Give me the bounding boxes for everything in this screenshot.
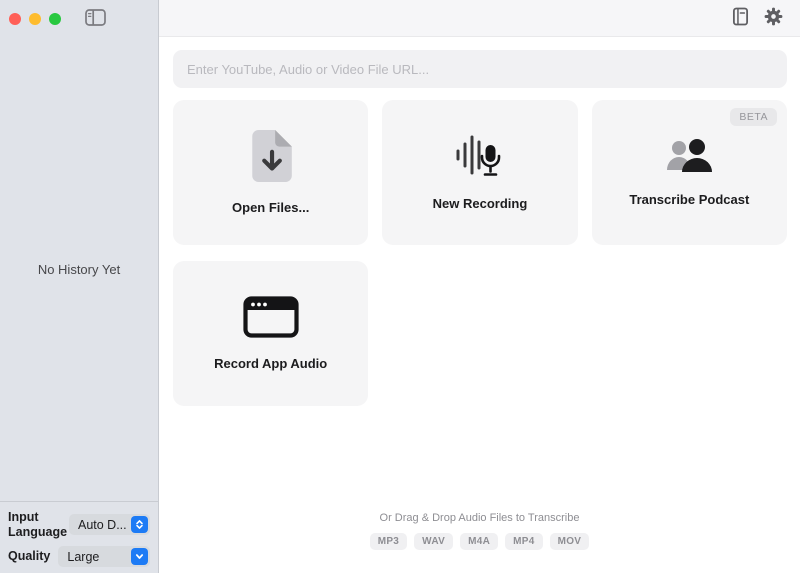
format-badge: MOV xyxy=(549,533,590,550)
url-input[interactable] xyxy=(173,50,787,88)
card-label: Open Files... xyxy=(232,200,310,215)
open-files-card[interactable]: Open Files... xyxy=(173,100,369,245)
quality-label: Quality xyxy=(8,549,51,564)
quality-dropdown[interactable]: Large xyxy=(58,546,150,567)
transcript-library-icon xyxy=(732,7,749,29)
sidebar-toggle-button[interactable] xyxy=(85,8,106,29)
waveform-microphone-icon xyxy=(454,134,506,181)
transcription-settings: Input Language Auto D... Quality Large xyxy=(0,501,158,573)
app-window: No History Yet Input Language Auto D... … xyxy=(0,0,800,573)
main-area: Open Files... New xyxy=(159,0,800,573)
beta-badge: BETA xyxy=(730,108,777,126)
quality-row: Quality Large xyxy=(8,546,150,567)
transcribe-podcast-card[interactable]: BETA Transcribe Podcast xyxy=(591,100,787,245)
minimize-window-button[interactable] xyxy=(29,12,41,25)
input-language-row: Input Language Auto D... xyxy=(8,510,150,539)
dropzone: Or Drag & Drop Audio Files to Transcribe… xyxy=(159,512,800,550)
stepper-updown-icon xyxy=(131,516,148,534)
people-icon xyxy=(665,138,713,177)
sidebar-toggle-icon xyxy=(85,8,106,29)
format-badge: WAV xyxy=(414,533,454,550)
format-badge: MP3 xyxy=(369,533,408,550)
action-cards: Open Files... New Recording BETA Transcr… xyxy=(173,100,787,406)
chevron-down-icon xyxy=(131,548,148,565)
history-sidebar: No History Yet Input Language Auto D... … xyxy=(0,0,159,573)
zoom-window-button[interactable] xyxy=(49,12,61,25)
transcript-library-button[interactable] xyxy=(732,7,749,29)
card-label: Transcribe Podcast xyxy=(629,192,750,207)
history-empty-state: No History Yet xyxy=(37,261,121,277)
input-language-popup[interactable]: Auto D... xyxy=(69,514,150,536)
sidebar-titlebar xyxy=(0,0,158,37)
new-recording-card[interactable]: New Recording xyxy=(382,100,578,245)
settings-gear-icon xyxy=(764,7,783,29)
dropzone-hint: Or Drag & Drop Audio Files to Transcribe xyxy=(379,512,580,524)
window-controls xyxy=(9,12,61,25)
close-window-button[interactable] xyxy=(9,12,21,25)
card-label: New Recording xyxy=(432,196,528,211)
format-badge: MP4 xyxy=(505,533,543,550)
settings-button[interactable] xyxy=(764,7,783,29)
format-badges: MP3 WAV M4A MP4 MOV xyxy=(159,533,800,550)
input-language-label: Input Language xyxy=(8,510,68,539)
main-content: Open Files... New xyxy=(159,37,800,573)
format-badge: M4A xyxy=(460,533,499,550)
main-titlebar xyxy=(159,0,800,37)
input-language-value: Auto D... xyxy=(78,517,126,532)
card-label: Record App Audio xyxy=(214,356,328,371)
record-app-audio-card[interactable]: Record App Audio xyxy=(173,261,369,406)
app-window-icon xyxy=(243,296,299,341)
file-download-icon xyxy=(250,130,292,185)
quality-value: Large xyxy=(67,549,100,564)
